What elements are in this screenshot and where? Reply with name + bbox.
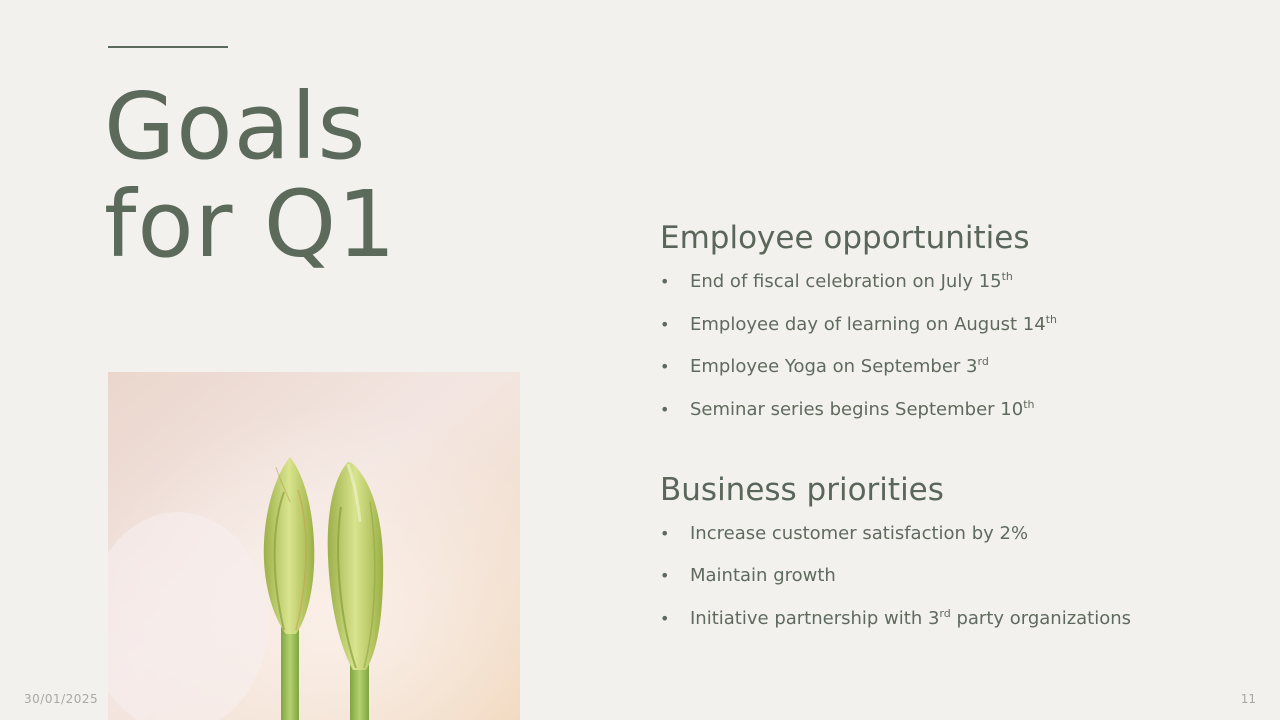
slide-title: Goals for Q1 xyxy=(104,78,397,274)
page-number: 11 xyxy=(1240,692,1256,706)
bullet-text: Maintain growth xyxy=(690,565,836,586)
bullet-text: Initiative partnership with 3 xyxy=(690,607,940,629)
bullet-text: Seminar series begins September 10 xyxy=(690,398,1024,420)
title-accent-line xyxy=(108,46,228,48)
bullet-item: Employee Yoga on September 3rd xyxy=(660,355,1220,379)
ordinal-suffix: th xyxy=(1023,397,1035,411)
bullet-item: Maintain growth xyxy=(660,564,1220,588)
bullet-item: Increase customer satisfaction by 2% xyxy=(660,522,1220,546)
employee-opportunities-list: End of fiscal celebration on July 15th E… xyxy=(660,270,1220,422)
bullet-text: End of fiscal celebration on July 15 xyxy=(690,271,1002,292)
bullet-item: Seminar series begins September 10th xyxy=(660,398,1220,422)
ordinal-suffix: rd xyxy=(977,355,989,368)
business-priorities-heading: Business priorities xyxy=(660,471,944,508)
bullet-item: Initiative partnership with 3rd party or… xyxy=(660,607,1220,631)
business-priorities-section: Business priorities Increase customer sa… xyxy=(660,470,1220,631)
bullet-text: Employee Yoga on September 3 xyxy=(690,356,978,377)
slide-title-line-1: Goals xyxy=(104,73,367,180)
bullet-text: Employee day of learning on August 14 xyxy=(690,313,1046,335)
footer-date: 30/01/2025 xyxy=(24,692,99,706)
flower-buds-photo xyxy=(108,372,520,720)
employee-opportunities-section: Employee opportunities End of fiscal cel… xyxy=(660,218,1220,422)
flower-buds-image xyxy=(108,372,520,720)
content-column: Employee opportunities End of fiscal cel… xyxy=(660,218,1220,649)
ordinal-suffix: th xyxy=(1001,270,1013,283)
bullet-text-continued: party organizations xyxy=(950,607,1132,629)
bullet-text: Increase customer satisfaction by 2% xyxy=(690,522,1029,544)
slide-title-line-2: for Q1 xyxy=(104,171,397,278)
business-priorities-list: Increase customer satisfaction by 2% Mai… xyxy=(660,522,1220,631)
slide: Goals for Q1 Employee opportunities • En… xyxy=(0,0,1280,720)
employee-opportunities-heading: Employee opportunities xyxy=(660,220,1030,256)
bullet-item: Employee day of learning on August 14th xyxy=(660,313,1220,337)
ordinal-suffix: rd xyxy=(939,606,951,620)
ordinal-suffix: th xyxy=(1045,312,1057,326)
bullet-item: End of fiscal celebration on July 15th xyxy=(660,270,1220,294)
